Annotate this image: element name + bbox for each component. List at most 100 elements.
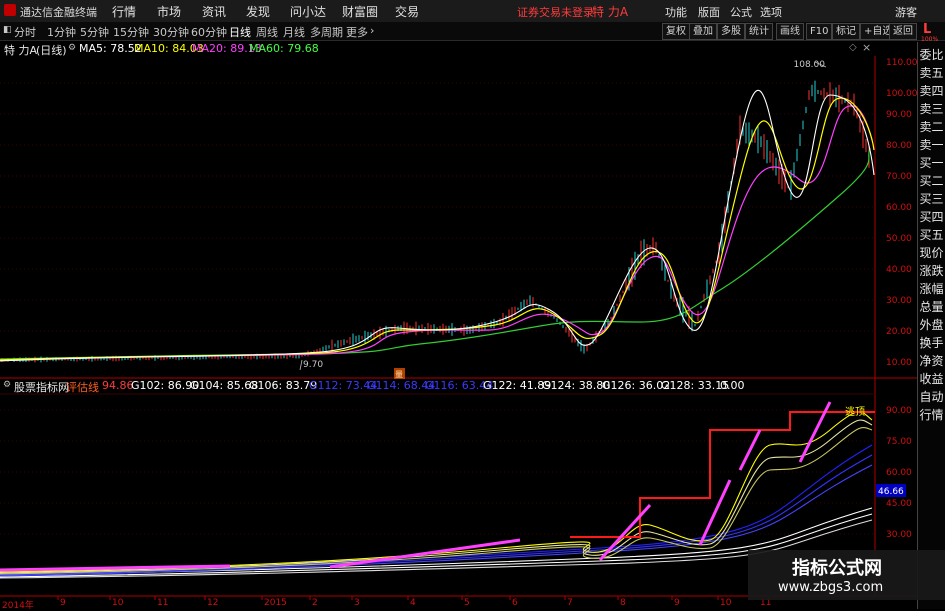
indicator-tick: 30.00 [886, 530, 912, 540]
indicator-value: G122: 41.89 [483, 379, 552, 392]
current-value: 46.66 [878, 487, 904, 497]
side-item-auto[interactable]: 自动 [918, 388, 945, 405]
side-item-buy1[interactable]: 买一 [918, 154, 945, 171]
tab-5min[interactable]: 5分钟 [80, 24, 109, 40]
tab-daily[interactable]: 日线 [229, 24, 251, 40]
side-item-turnover[interactable]: 换手 [918, 334, 945, 351]
indicator-first-value: 94.86 [102, 379, 134, 392]
side-item-earnings[interactable]: 收益 [918, 370, 945, 387]
price-tick: 70.00 [886, 172, 912, 182]
f10-button[interactable]: F10 [806, 23, 833, 40]
side-item-net-assets[interactable]: 净资 [918, 352, 945, 369]
menu-toggle-icon[interactable]: ◧ [3, 25, 12, 35]
menu-trade[interactable]: 交易 [395, 3, 419, 20]
indicator-name[interactable]: 股票指标网 [14, 379, 69, 395]
x-axis-label: 11 [157, 598, 169, 608]
side-item-change[interactable]: 涨跌 [918, 262, 945, 279]
app-title: 通达信金融终端 [20, 6, 97, 19]
indicator-value: G124: 38.80 [542, 379, 611, 392]
app-logo-icon [4, 4, 16, 16]
close-icon[interactable]: × [862, 41, 871, 54]
side-item-sell5[interactable]: 卖五 [918, 64, 945, 81]
tab-30min[interactable]: 30分钟 [153, 24, 189, 40]
indicator-settings-icon[interactable]: ⚙ [3, 380, 11, 390]
tab-1min[interactable]: 1分钟 [47, 24, 76, 40]
restore-rights-button[interactable]: 复权 [662, 23, 690, 40]
x-axis-label: 10 [720, 598, 732, 608]
ma20-line [0, 105, 873, 361]
menu-function[interactable]: 功能 [665, 4, 687, 20]
tab-15min[interactable]: 15分钟 [113, 24, 149, 40]
menu-market[interactable]: 市场 [157, 3, 181, 20]
indicator-tick: 90.00 [886, 406, 912, 416]
tab-60min[interactable]: 60分钟 [191, 24, 227, 40]
side-item-buy4[interactable]: 买四 [918, 208, 945, 225]
indicator-value: G126: 36.02 [602, 379, 671, 392]
x-axis-label: 8 [620, 598, 626, 608]
escape-text: 逃顶 [845, 405, 865, 418]
side-item-sell2[interactable]: 卖二 [918, 118, 945, 135]
menu-ask[interactable]: 问小达 [290, 3, 326, 20]
menu-quotes[interactable]: 行情 [112, 3, 136, 20]
indicator-value: G104: 85.68 [190, 379, 259, 392]
stock-name-title: 特 力A [592, 5, 629, 19]
diamond-icon[interactable]: ◇ [849, 42, 857, 53]
menu-guest[interactable]: 游客 [895, 4, 917, 20]
price-tick: 20.00 [886, 327, 912, 337]
tab-intraday[interactable]: 分时 [14, 24, 36, 40]
draw-line-button[interactable]: 画线 [776, 23, 804, 40]
tab-more[interactable]: 更多 [346, 24, 368, 40]
back-button[interactable]: 返回 [889, 23, 917, 40]
overlay-button[interactable]: 叠加 [689, 23, 717, 40]
watermark: 指标公式网 www.zbgs3.com [748, 550, 945, 600]
side-item-commission-ratio[interactable]: 委比 [918, 46, 945, 63]
x-axis-label: 9 [60, 598, 66, 608]
multi-stock-button[interactable]: 多股 [717, 23, 745, 40]
side-item-buy5[interactable]: 买五 [918, 226, 945, 243]
low-price-label: 9.70 [303, 360, 323, 370]
side-item-sell3[interactable]: 卖三 [918, 100, 945, 117]
side-item-price[interactable]: 现价 [918, 244, 945, 261]
x-axis-label: 10 [112, 598, 124, 608]
kline-chart[interactable]: 逃顶 108.00 9.70 量 110.00 100.00 90.00 80.… [0, 56, 918, 609]
login-notice[interactable]: 证券交易未登录 [517, 4, 594, 20]
x-axis-label: 2015 [264, 598, 287, 608]
statistics-button[interactable]: 统计 [745, 23, 773, 40]
ma5-label: MA5: 78.52 [79, 42, 142, 55]
side-item-buy3[interactable]: 买三 [918, 190, 945, 207]
side-item-sell4[interactable]: 卖四 [918, 82, 945, 99]
price-tick: 60.00 [886, 203, 912, 213]
price-tick: 80.00 [886, 141, 912, 151]
tab-monthly[interactable]: 月线 [283, 24, 305, 40]
indicator-value: G106: 83.79 [249, 379, 318, 392]
x-axis-label: 5 [464, 598, 470, 608]
price-tick: 30.00 [886, 296, 912, 306]
x-axis-label: 2014年 [2, 601, 34, 611]
x-axis-label: 3 [354, 598, 360, 608]
side-item-quotes[interactable]: 行情 [918, 406, 945, 423]
indicator-tick: 60.00 [886, 468, 912, 478]
settings-icon[interactable]: ⚙ [68, 43, 76, 53]
price-tick: 10.00 [886, 358, 912, 368]
menu-layout[interactable]: 版面 [698, 4, 720, 20]
tab-multi-period[interactable]: 多周期 [310, 24, 343, 40]
side-item-change-pct[interactable]: 涨幅 [918, 280, 945, 297]
side-item-sell1[interactable]: 卖一 [918, 136, 945, 153]
menu-discover[interactable]: 发现 [246, 3, 270, 20]
high-price-label: 108.00 [794, 60, 826, 70]
mark-button[interactable]: 标记 [832, 23, 860, 40]
tab-weekly[interactable]: 周线 [256, 24, 278, 40]
price-tick: 90.00 [886, 110, 912, 120]
indicator-tick: 75.00 [886, 437, 912, 447]
menu-news[interactable]: 资讯 [202, 3, 226, 20]
menu-wealth[interactable]: 财富圈 [342, 3, 378, 20]
menu-options[interactable]: 选项 [760, 4, 782, 20]
volume-marker-label: 量 [395, 370, 403, 379]
menu-formula[interactable]: 公式 [730, 4, 752, 20]
side-item-buy2[interactable]: 买二 [918, 172, 945, 189]
side-item-outer[interactable]: 外盘 [918, 316, 945, 333]
more-chevron-icon[interactable]: › [370, 24, 374, 37]
watermark-url: www.zbgs3.com [778, 580, 884, 595]
corner-l-label: L [923, 22, 932, 37]
side-item-volume[interactable]: 总量 [918, 298, 945, 315]
